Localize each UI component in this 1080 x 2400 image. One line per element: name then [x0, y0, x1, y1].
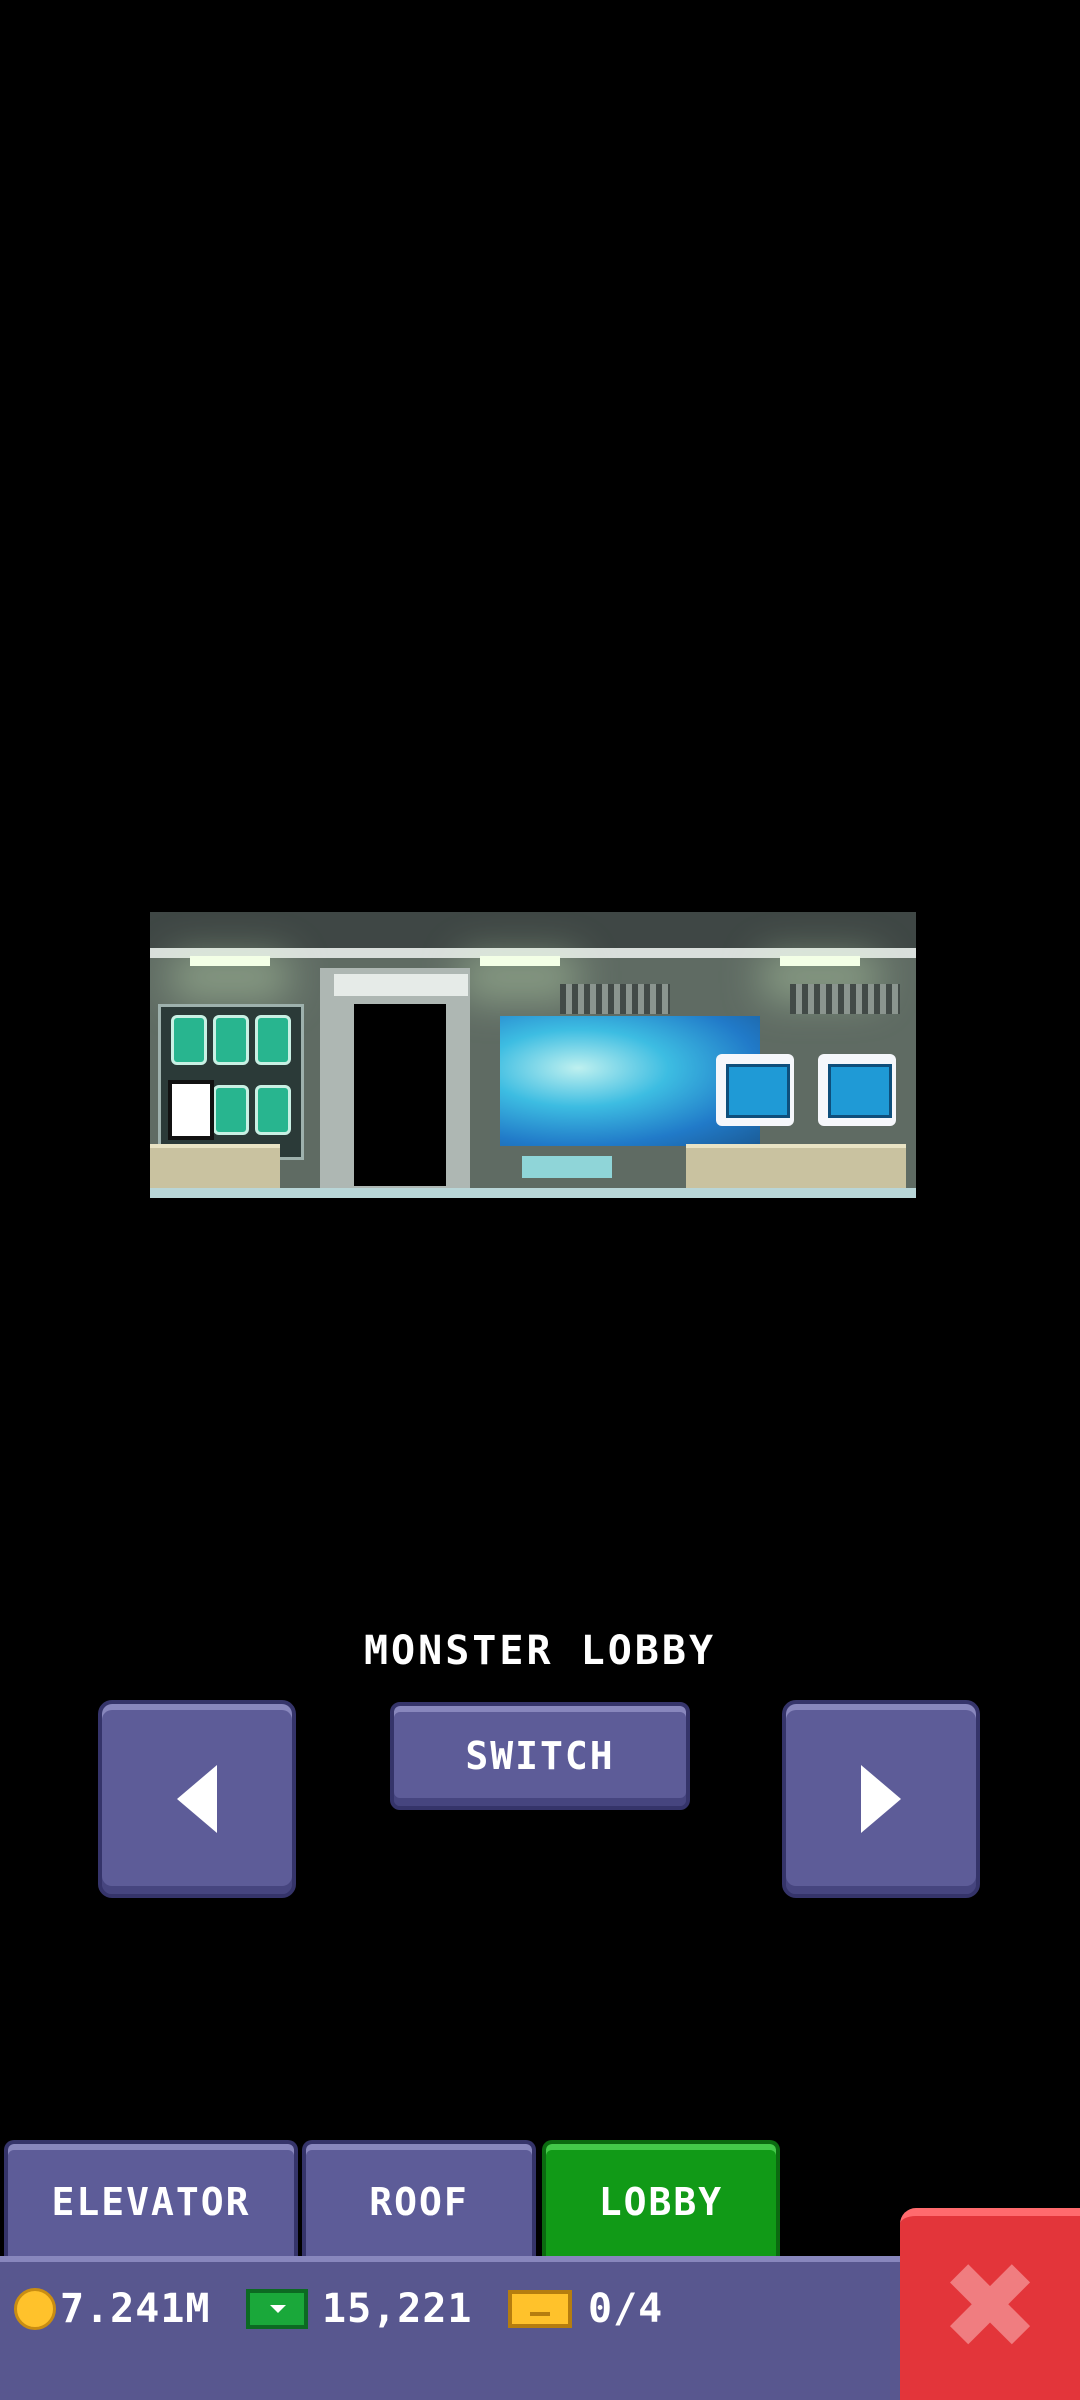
switch-button[interactable]: SWITCH	[390, 1702, 690, 1810]
previous-button[interactable]	[98, 1700, 296, 1898]
ceiling	[150, 912, 916, 948]
wall-vent	[560, 984, 670, 1014]
ceiling-lamp	[780, 956, 860, 966]
computer-monitor	[818, 1054, 896, 1126]
specimen-jar	[255, 1015, 291, 1065]
specimen-jar	[171, 1015, 207, 1065]
desk	[686, 1144, 906, 1188]
cash-icon	[246, 2289, 308, 2329]
floor	[150, 1188, 916, 1198]
coins-value: 7.241M	[60, 2286, 211, 2332]
battery-icon	[168, 1080, 214, 1140]
ceiling-lamp	[480, 956, 560, 966]
close-icon: ✖	[939, 2238, 1041, 2377]
coins-display: 7.241M	[14, 2284, 211, 2334]
tickets-value: 0/4	[588, 2286, 664, 2332]
tab-lobby[interactable]: LOBBY	[542, 2140, 780, 2260]
arrow-right-icon	[861, 1765, 901, 1833]
coin-icon	[14, 2288, 56, 2330]
specimen-jar	[213, 1085, 249, 1135]
specimen-jar	[255, 1085, 291, 1135]
counter	[150, 1144, 280, 1188]
tickets-display: 0/4	[508, 2284, 663, 2334]
cash-display: 15,221	[246, 2284, 473, 2334]
lobby-preview-image	[150, 912, 916, 1198]
next-button[interactable]	[782, 1700, 980, 1898]
tab-roof[interactable]: ROOF	[302, 2140, 536, 2260]
cash-value: 15,221	[322, 2286, 473, 2332]
computer-monitor	[716, 1054, 794, 1126]
tab-elevator[interactable]: ELEVATOR	[4, 2140, 298, 2260]
ceiling-lamp	[190, 956, 270, 966]
close-button[interactable]: ✖	[900, 2208, 1080, 2400]
hologram-base	[522, 1156, 612, 1178]
doorway	[354, 1004, 446, 1186]
wall-vent	[790, 984, 900, 1014]
lobby-title: MONSTER LOBBY	[363, 1628, 717, 1674]
ticket-icon	[508, 2290, 572, 2328]
door-sign	[334, 974, 468, 996]
specimen-jar	[213, 1015, 249, 1065]
arrow-left-icon	[177, 1765, 217, 1833]
